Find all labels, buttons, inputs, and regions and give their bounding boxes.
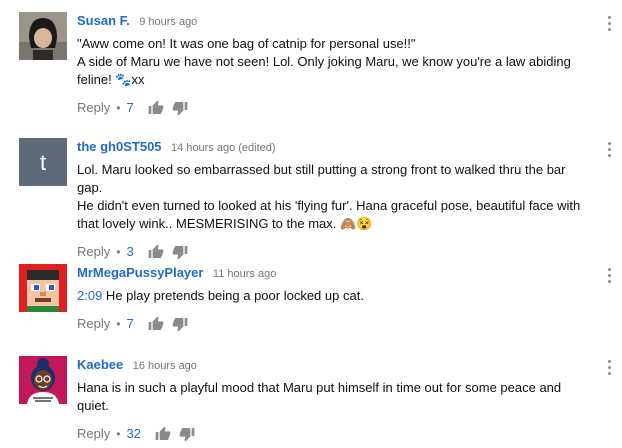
thumbs-down-icon[interactable]: [179, 426, 195, 442]
comment-actions: Reply • 32: [77, 424, 592, 444]
comment-text-line: 2:09 He play pretends being a poor locke…: [77, 287, 592, 305]
more-vert-icon[interactable]: [607, 16, 611, 32]
separator-dot: •: [116, 101, 121, 115]
comment-text-line: Lol. Maru looked so embarrassed but stil…: [77, 162, 566, 195]
like-count: 7: [126, 316, 134, 331]
comment-time[interactable]: 9 hours ago: [139, 16, 197, 28]
letter-avatar: t: [19, 138, 67, 186]
avatar[interactable]: t: [19, 138, 67, 186]
comment-text-line: feline! 🐾xx: [77, 72, 145, 87]
more-vert-icon[interactable]: [607, 142, 611, 158]
comment-author[interactable]: the gh0ST505: [77, 139, 162, 154]
comment-actions: Reply • 7: [77, 314, 592, 334]
comment-text: "Aww come on! It was one bag of catnip f…: [77, 35, 592, 89]
more-vert-icon[interactable]: [607, 360, 611, 376]
svg-text:t: t: [40, 150, 46, 175]
user-avatar-photo: [19, 12, 67, 60]
avatar[interactable]: [19, 356, 67, 404]
reply-button[interactable]: Reply: [77, 98, 110, 118]
more-vert-icon[interactable]: [607, 268, 611, 284]
like-count: 7: [126, 100, 134, 115]
comment-text: Lol. Maru looked so embarrassed but stil…: [77, 161, 592, 233]
comment-actions: Reply • 7: [77, 98, 592, 118]
comment-author[interactable]: Kaebee: [77, 357, 123, 372]
avatar[interactable]: [19, 12, 67, 60]
pixel-avatar: [19, 264, 67, 312]
comment-text-line: that lovely wink.. MESMERISING to the ma…: [77, 216, 373, 231]
like-count: 32: [126, 426, 141, 441]
thumbs-up-icon[interactable]: [155, 426, 171, 442]
comment-text: 2:09 He play pretends being a poor locke…: [77, 287, 592, 305]
thumbs-down-icon[interactable]: [172, 316, 188, 332]
comment-author[interactable]: Susan F.: [77, 13, 130, 28]
separator-dot: •: [116, 427, 121, 441]
timestamp-link[interactable]: 2:09: [77, 288, 102, 303]
avatar[interactable]: [19, 264, 67, 312]
comment-text-line: He didn't even turned to looked at his '…: [77, 198, 581, 213]
comment-text-line: quiet.: [77, 398, 109, 413]
thumbs-down-icon[interactable]: [172, 100, 188, 116]
comment-text-rest: He play pretends being a poor locked up …: [102, 288, 364, 303]
separator-dot: •: [116, 317, 121, 331]
comment-text-line: "Aww come on! It was one bag of catnip f…: [77, 36, 416, 51]
thumbs-up-icon[interactable]: [148, 100, 164, 116]
thumbs-down-icon[interactable]: [172, 244, 188, 260]
reply-button[interactable]: Reply: [77, 314, 110, 334]
like-count: 3: [126, 244, 134, 259]
comment-time[interactable]: 11 hours ago: [213, 268, 276, 280]
thumbs-up-icon[interactable]: [148, 316, 164, 332]
comment-text-line: A side of Maru we have not seen! Lol. On…: [77, 54, 571, 69]
thumbs-up-icon[interactable]: [148, 244, 164, 260]
comment-time[interactable]: 14 hours ago (edited): [171, 142, 276, 154]
reply-button[interactable]: Reply: [77, 424, 110, 444]
cartoon-avatar: [19, 356, 67, 404]
separator-dot: •: [116, 245, 121, 259]
comment-text-line: Hana is in such a playful mood that Maru…: [77, 380, 562, 395]
comment-text: Hana is in such a playful mood that Maru…: [77, 379, 592, 415]
comment-time[interactable]: 16 hours ago: [133, 360, 197, 372]
comment-author[interactable]: MrMegaPussyPlayer: [77, 265, 203, 280]
reply-button[interactable]: Reply: [77, 242, 110, 262]
comment-actions: Reply • 3: [77, 242, 592, 262]
